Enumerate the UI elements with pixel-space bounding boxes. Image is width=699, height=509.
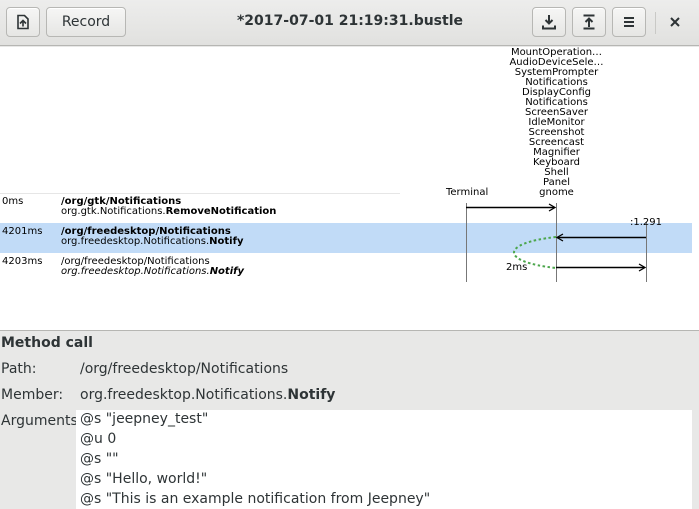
message-time: 0ms [2, 196, 24, 207]
member-prefix: org.freedesktop.Notifications. [61, 266, 210, 277]
record-button[interactable]: Record [46, 7, 126, 37]
window-title: *2017-07-01 21:19:31.bustle [236, 13, 464, 29]
close-icon [670, 17, 680, 27]
open-button[interactable] [6, 7, 40, 37]
member-name: Notify [287, 387, 336, 403]
message-row[interactable]: 0ms /org/gtk/Notifications org.gtk.Notif… [0, 193, 692, 223]
member-prefix: org.freedesktop.Notifications. [80, 387, 288, 403]
path-key: Path: [1, 361, 37, 377]
member-name: RemoveNotification [165, 206, 277, 217]
close-button[interactable] [661, 8, 689, 36]
message-member: org.freedesktop.Notifications.Notify [61, 267, 244, 277]
member-prefix: org.gtk.Notifications. [61, 206, 166, 217]
message-member: org.gtk.Notifications.RemoveNotification [61, 207, 276, 217]
message-member: org.freedesktop.Notifications.Notify [61, 237, 243, 247]
member-value: org.freedesktop.Notifications.Notify [80, 387, 335, 403]
member-name: Notify [209, 236, 244, 247]
member-name: Notify [209, 266, 245, 277]
save-button[interactable] [532, 7, 566, 37]
argument-line: @u 0 [80, 431, 117, 447]
argument-line: @s "" [80, 451, 119, 467]
path-value: /org/freedesktop/Notifications [80, 361, 289, 377]
message-row-selected[interactable]: 4201ms /org/freedesktop/Notifications or… [0, 223, 692, 253]
hamburger-menu-icon [624, 17, 634, 27]
sequence-lines [0, 193, 647, 282]
member-prefix: org.freedesktop.Notifications. [61, 236, 210, 247]
download-icon [542, 15, 556, 30]
message-row[interactable]: 4203ms /org/freedesktop/Notifications or… [0, 253, 692, 283]
header-bar: Record *2017-07-01 21:19:31.bustle [0, 0, 699, 46]
message-time: 4203ms [2, 256, 43, 267]
details-heading: Method call [1, 335, 93, 351]
details-pane: Method call Path: /org/freedesktop/Notif… [0, 332, 699, 509]
argument-line: @s "jeepney_test" [80, 411, 209, 427]
open-file-icon [17, 14, 29, 30]
message-time: 4201ms [2, 226, 43, 237]
export-button[interactable] [572, 7, 606, 37]
argument-line: @s "This is an example notification from… [80, 491, 431, 507]
header-separator [655, 12, 656, 34]
upload-icon [583, 14, 595, 30]
argument-line: @s "Hello, world!" [80, 471, 208, 487]
record-label: Record [61, 14, 111, 30]
member-key: Member: [1, 387, 64, 403]
arguments-key: Arguments: [1, 413, 83, 429]
message-diagram[interactable]: MountOperation… AudioDeviceSele… SystemP… [0, 47, 699, 331]
menu-button[interactable] [612, 7, 646, 37]
arguments-view[interactable]: @s "jeepney_test" @u 0 @s "" @s "Hello, … [76, 410, 692, 509]
